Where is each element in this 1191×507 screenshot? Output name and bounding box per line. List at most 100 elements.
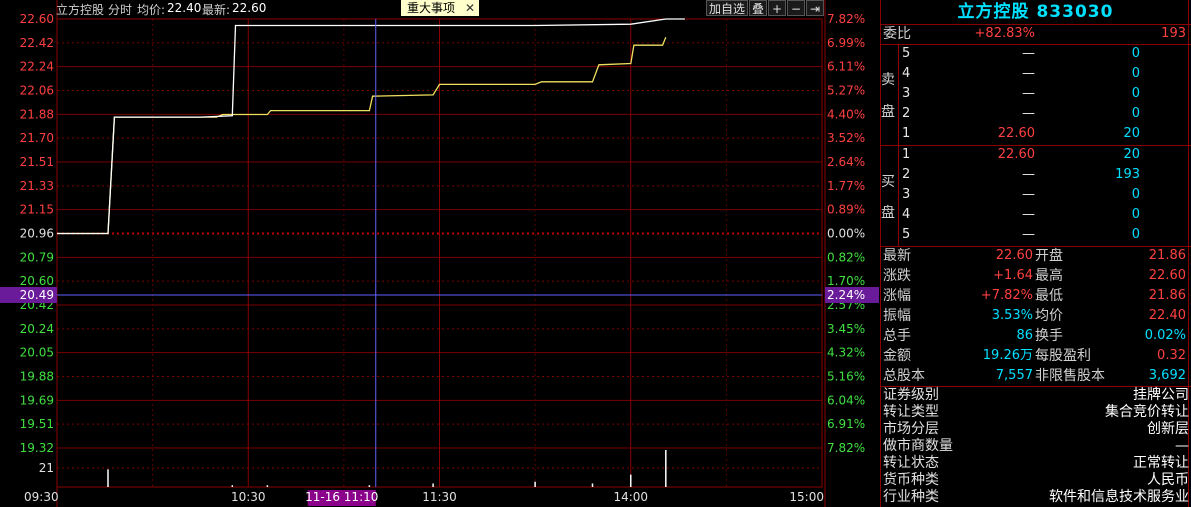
quote-panel: 立方控股 833030 委比 +82.83% 193 卖 盘 5 — 0 4 — 0 3 — 0… bbox=[880, 0, 1191, 507]
stat-value: 0.02% bbox=[1144, 328, 1186, 343]
sell-volume: 0 bbox=[1131, 66, 1140, 81]
info-row: 市场分层 创新层 bbox=[883, 421, 1189, 438]
percent-tick-label: 0.82% bbox=[827, 250, 865, 264]
stat-label: 涨跌 bbox=[883, 268, 911, 284]
volume-tick-label: 21 bbox=[39, 461, 54, 475]
percent-tick-label: 0.89% bbox=[827, 203, 865, 217]
percent-tick-label: 4.40% bbox=[827, 107, 865, 121]
buy-volume: 20 bbox=[1123, 147, 1140, 162]
zoom-in-icon[interactable]: + bbox=[768, 0, 786, 16]
stat-label: 涨幅 bbox=[883, 288, 911, 304]
stat-label: 金额 bbox=[883, 348, 911, 364]
intraday-chart[interactable]: 22.60 7.82% 22.42 6.99% 22.24 6.11% 22.06 5.27%… bbox=[0, 0, 880, 507]
sell-price: 22.60 bbox=[997, 126, 1035, 141]
chart-mode: 分时 bbox=[108, 3, 133, 17]
time-axis-label: 09:30 bbox=[24, 490, 59, 504]
time-axis-label: 15:00 bbox=[789, 490, 824, 504]
percent-tick-label: 1.70% bbox=[827, 274, 865, 288]
buy-level: 3 bbox=[902, 187, 911, 202]
stat-value: 21.86 bbox=[1148, 248, 1186, 263]
info-key: 转让类型 bbox=[883, 404, 939, 420]
price-tick-label: 21.51 bbox=[20, 155, 54, 169]
zoom-out-icon[interactable]: − bbox=[787, 0, 805, 16]
buy-price: — bbox=[1022, 187, 1035, 202]
percent-tick-label: 6.99% bbox=[827, 36, 865, 50]
buy-volume: 0 bbox=[1131, 227, 1140, 242]
stat-value: 3,692 bbox=[1148, 368, 1186, 383]
stock-name: 立方控股 bbox=[56, 3, 105, 17]
chart-topbar: 立方控股 分时 均价: 22.40 最新: 22.60 重大事项 ✕ 加自选 叠… bbox=[0, 0, 880, 17]
sell-label-1: 卖 bbox=[881, 72, 895, 88]
sell-volume: 0 bbox=[1131, 46, 1140, 61]
stat-label: 最新 bbox=[883, 248, 911, 264]
percent-tick-label: 7.82% bbox=[827, 441, 865, 455]
stat-label: 每股盈利 bbox=[1035, 348, 1091, 364]
info-value: 软件和信息技术服务业 bbox=[1049, 489, 1189, 505]
price-tick-label: 20.24 bbox=[20, 322, 54, 336]
cursor-pct-label: 2.24% bbox=[827, 288, 865, 302]
stat-value: 86 bbox=[1016, 328, 1033, 343]
sell-label-2: 盘 bbox=[881, 104, 895, 120]
major-event-label: 重大事项 bbox=[407, 1, 456, 15]
sell-level: 3 bbox=[902, 86, 911, 101]
price-tick-label: 22.24 bbox=[20, 60, 54, 74]
info-row: 转让类型 集合竞价转让 bbox=[883, 404, 1189, 421]
stat-label: 非限售股本 bbox=[1035, 368, 1105, 384]
major-event-tag[interactable]: 重大事项 ✕ bbox=[401, 0, 479, 16]
info-value: — bbox=[1175, 438, 1189, 454]
stat-label: 换手 bbox=[1035, 328, 1063, 344]
stat-value: 22.40 bbox=[1148, 308, 1186, 323]
avg-price-value: 22.40 bbox=[167, 1, 202, 15]
stat-value: 22.60 bbox=[1148, 268, 1186, 283]
percent-tick-label: 0.00% bbox=[827, 227, 865, 241]
sell-level: 5 bbox=[902, 46, 911, 61]
buy-price: 22.60 bbox=[997, 147, 1035, 162]
stat-label: 开盘 bbox=[1035, 248, 1063, 264]
buy-price: — bbox=[1022, 227, 1035, 242]
info-key: 转让状态 bbox=[883, 455, 939, 471]
price-tick-label: 22.42 bbox=[20, 36, 54, 50]
weibi-diff: 193 bbox=[1161, 26, 1186, 41]
info-key: 证券级别 bbox=[883, 387, 939, 403]
sell-price: — bbox=[1022, 86, 1035, 101]
price-tick-label: 21.88 bbox=[20, 107, 54, 121]
price-tick-label: 21.15 bbox=[20, 203, 54, 217]
sell-price: — bbox=[1022, 46, 1035, 61]
cursor-price-label: 20.49 bbox=[20, 288, 54, 302]
close-icon[interactable]: ✕ bbox=[465, 0, 475, 16]
latest-price-value: 22.60 bbox=[232, 1, 267, 15]
info-value: 挂牌公司 bbox=[1133, 387, 1189, 403]
info-value: 创新层 bbox=[1147, 421, 1189, 437]
price-tick-label: 20.60 bbox=[20, 274, 54, 288]
sell-level: 2 bbox=[902, 106, 911, 121]
add-watchlist-button[interactable]: 加自选 bbox=[706, 0, 748, 16]
sell-level: 4 bbox=[902, 66, 911, 81]
info-key: 市场分层 bbox=[883, 421, 939, 437]
stat-label: 振幅 bbox=[883, 308, 911, 324]
info-row: 证券级别 挂牌公司 bbox=[883, 387, 1189, 404]
info-key: 做市商数量 bbox=[883, 438, 953, 454]
sell-volume: 20 bbox=[1123, 126, 1140, 141]
time-axis-label: 11:30 bbox=[422, 490, 457, 504]
percent-tick-label: 6.91% bbox=[827, 417, 865, 431]
stat-value: +1.64 bbox=[993, 268, 1033, 283]
info-key: 行业种类 bbox=[883, 489, 939, 505]
price-tick-label: 19.69 bbox=[20, 393, 54, 407]
info-value: 人民币 bbox=[1147, 472, 1189, 488]
jump-end-icon[interactable]: ⇥ bbox=[806, 0, 824, 16]
percent-tick-label: 2.64% bbox=[827, 155, 865, 169]
sell-price: — bbox=[1022, 66, 1035, 81]
price-tick-label: 22.06 bbox=[20, 84, 54, 98]
time-axis-label: 10:30 bbox=[231, 490, 266, 504]
percent-tick-label: 6.11% bbox=[827, 60, 865, 74]
sell-level: 1 bbox=[902, 126, 911, 141]
weibi-label: 委比 bbox=[883, 26, 911, 42]
sell-price: — bbox=[1022, 106, 1035, 121]
price-tick-label: 19.88 bbox=[20, 370, 54, 384]
weibi-value: +82.83% bbox=[974, 26, 1035, 41]
overlay-button[interactable]: 叠 bbox=[749, 0, 767, 16]
price-tick-label: 20.96 bbox=[20, 227, 54, 241]
price-tick-label: 19.51 bbox=[20, 417, 54, 431]
info-value: 集合竞价转让 bbox=[1105, 404, 1189, 420]
stat-label: 总手 bbox=[883, 328, 911, 344]
